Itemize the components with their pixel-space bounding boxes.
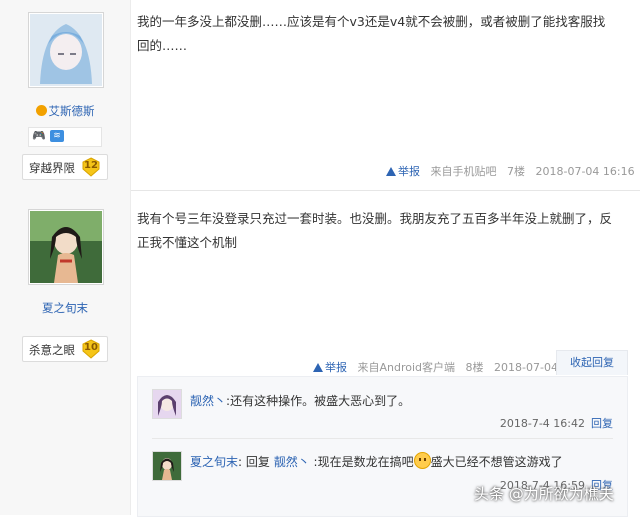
level-badge: 10 [81, 339, 101, 359]
sub-reply-divider [152, 438, 613, 439]
watermark: 头条 @为所欲为樵夫 [474, 485, 614, 503]
avatar-image [30, 14, 102, 86]
level-box[interactable]: 杀意之眼 10 [22, 336, 108, 362]
post-content: 我的一年多没上都没删……应该是有个v3还是v4就不会被删，或者被删了能找客服找回… [137, 14, 606, 53]
post-tail: 举报 来自手机贴吧 7楼 2018-07-04 16:16 回复 [386, 163, 640, 179]
avatar[interactable] [28, 209, 104, 285]
post-tail: 举报 来自Android客户端 8楼 2018-07-04 16:25 [313, 359, 593, 375]
sub-reply-avatar[interactable] [152, 389, 182, 419]
source-text: 来自手机贴吧 [430, 165, 497, 178]
collapse-replies-button[interactable]: 收起回复 [556, 350, 628, 375]
post-content: 我有个号三年没登录只充过一套时装。也没删。我朋友充了五百多半年没上就删了，反正我… [137, 211, 613, 250]
floor-number: 7楼 [507, 165, 525, 178]
avatar-image [153, 390, 181, 418]
report-icon [313, 363, 323, 372]
sub-reply-text: 夏之旬末: 回复 靓然丶 :现在是数龙在搞吧 盛大已经不想管这游戏了 [190, 452, 610, 471]
game-icon[interactable]: 🎮 [32, 130, 46, 142]
author-name[interactable]: 艾斯德斯 [0, 103, 130, 119]
avatar[interactable] [28, 12, 104, 88]
floor-number: 8楼 [465, 361, 484, 374]
medal-icon [35, 105, 47, 116]
author-panel: 艾斯德斯 🎮 ≋ 穿越界限 12 [0, 0, 131, 190]
emoji-icon [413, 452, 431, 469]
user-icons: 🎮 ≋ [28, 127, 102, 147]
sub-reply-avatar[interactable] [152, 451, 182, 481]
report-link[interactable]: 举报 [386, 165, 420, 178]
author-panel: 夏之旬末 杀意之眼 10 [0, 190, 131, 515]
post-floor-8: 夏之旬末 杀意之眼 10 我有个号三年没登录只充过一套时装。也没删。我朋友充了五… [0, 190, 640, 517]
sub-reply-text: 靓然丶:还有这种操作。被盛大恶心到了。 [190, 394, 411, 408]
sub-reply-reply-link[interactable]: 回复 [591, 417, 613, 430]
report-link[interactable]: 举报 [313, 361, 347, 374]
reply-target-user[interactable]: 靓然丶 [274, 455, 310, 469]
avatar-image [30, 211, 102, 283]
sub-reply-user[interactable]: 靓然丶 [190, 394, 226, 408]
source-text: 来自Android客户端 [357, 361, 456, 374]
member-icon[interactable]: ≋ [50, 130, 64, 142]
level-name: 穿越界限 [29, 161, 75, 175]
sub-reply-time: 2018-7-4 16:42 [499, 417, 585, 430]
avatar-image [153, 452, 181, 480]
level-name: 杀意之眼 [29, 343, 75, 357]
level-badge: 12 [81, 157, 101, 177]
sub-reply-meta: 2018-7-4 16:42 回复 [500, 415, 613, 431]
author-name[interactable]: 夏之旬末 [0, 300, 130, 316]
sub-reply-user[interactable]: 夏之旬末 [190, 455, 238, 469]
post-floor-7: 艾斯德斯 🎮 ≋ 穿越界限 12 我的一年多没上都没删……应该是有个v3还是v4… [0, 0, 640, 190]
post-time: 2018-07-04 16:16 [535, 165, 635, 178]
level-box[interactable]: 穿越界限 12 [22, 154, 108, 180]
report-icon [386, 167, 396, 176]
